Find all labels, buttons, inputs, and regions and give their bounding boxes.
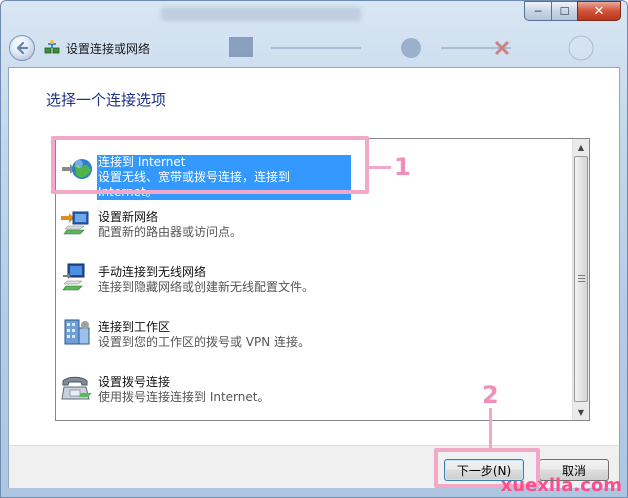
page-heading: 选择一个连接选项 bbox=[46, 91, 167, 109]
list-scrollbar[interactable]: ▲ ▼ bbox=[572, 139, 589, 420]
annotation-marker-1: 1 bbox=[394, 153, 411, 181]
option-description: 设置到您的工作区的拨号或 VPN 连接。 bbox=[98, 335, 311, 349]
option-text: 设置拨号连接 使用拨号连接连接到 Internet。 bbox=[97, 375, 270, 405]
option-title: 设置新网络 bbox=[98, 210, 159, 224]
option-description: 使用拨号连接连接到 Internet。 bbox=[98, 390, 270, 404]
option-text: 连接到工作区 设置到您的工作区的拨号或 VPN 连接。 bbox=[97, 320, 311, 350]
option-description: 配置新的路由器或访问点。 bbox=[98, 225, 243, 239]
close-button[interactable]: ✕ bbox=[577, 1, 621, 21]
dialog-content: 选择一个连接选项 连接到 Internet 设置无线、宽带或拨号连接，连接到 I… bbox=[8, 67, 620, 488]
workplace-icon bbox=[64, 319, 90, 345]
option-title: 连接到工作区 bbox=[98, 320, 171, 334]
network-setup-icon bbox=[44, 40, 60, 54]
wireless-icon bbox=[62, 263, 85, 291]
annotation-marker-2: 2 bbox=[482, 381, 499, 409]
scroll-up-icon[interactable]: ▲ bbox=[573, 139, 589, 155]
navigation-bar: 设置连接或网络 bbox=[9, 31, 150, 65]
option-description: 连接到隐藏网络或创建新无线配置文件。 bbox=[98, 280, 315, 294]
highlight-connector-2 bbox=[489, 408, 492, 448]
watermark: xuexila.com bbox=[500, 475, 622, 496]
back-button[interactable] bbox=[9, 35, 35, 61]
option-text: 设置新网络 配置新的路由器或访问点。 bbox=[97, 210, 243, 240]
highlight-box-1 bbox=[51, 136, 369, 194]
caption-buttons: ─ ☐ ✕ bbox=[524, 1, 621, 21]
nav-title: 设置连接或网络 bbox=[66, 41, 151, 56]
list-item-new-network[interactable]: 设置新网络 配置新的路由器或访问点。 bbox=[60, 202, 560, 250]
router-icon bbox=[61, 211, 89, 235]
scroll-down-icon[interactable]: ▼ bbox=[573, 404, 589, 420]
network-graphic-decoration bbox=[229, 35, 594, 61]
scroll-grip-icon bbox=[578, 275, 585, 282]
back-arrow-icon bbox=[16, 41, 29, 55]
option-text: 手动连接到无线网络 连接到隐藏网络或创建新无线配置文件。 bbox=[97, 265, 315, 295]
dialup-icon bbox=[61, 376, 92, 400]
maximize-button[interactable]: ☐ bbox=[551, 1, 577, 21]
scroll-thumb[interactable] bbox=[574, 156, 588, 402]
option-title: 设置拨号连接 bbox=[98, 375, 171, 389]
list-item-workplace[interactable]: 连接到工作区 设置到您的工作区的拨号或 VPN 连接。 bbox=[60, 312, 560, 360]
list-item-manual-wireless[interactable]: 手动连接到无线网络 连接到隐藏网络或创建新无线配置文件。 bbox=[60, 257, 560, 305]
minimize-button[interactable]: ─ bbox=[524, 1, 551, 21]
window-title-blur bbox=[161, 7, 361, 21]
option-title: 手动连接到无线网络 bbox=[98, 265, 207, 279]
highlight-connector-1 bbox=[369, 166, 391, 169]
